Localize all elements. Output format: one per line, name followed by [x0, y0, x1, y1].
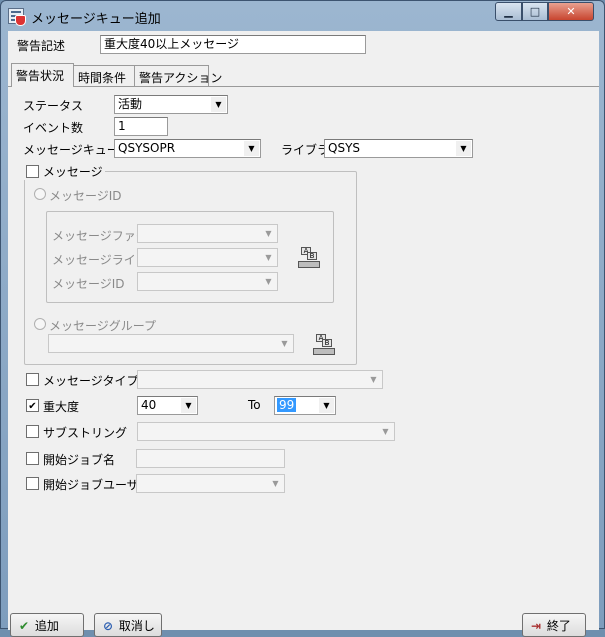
window-title: メッセージキュー追加 [31, 12, 161, 27]
severity-from-select[interactable]: 40 ▼ [137, 396, 198, 415]
checkmark-icon: ✔ [18, 619, 30, 633]
job-name-input[interactable] [136, 449, 285, 468]
severity-checkbox[interactable] [26, 399, 39, 412]
status-label: ステータス [23, 99, 84, 113]
message-group-radio-label: メッセージグループ [49, 319, 157, 333]
message-type-checkbox[interactable] [26, 373, 39, 386]
add-button-label: 追加 [34, 619, 59, 633]
job-name-label: 開始ジョブ名 [43, 453, 116, 467]
message-type-select[interactable]: ▼ [137, 370, 383, 389]
chevron-down-icon[interactable]: ▼ [261, 226, 276, 241]
group-library-browse-icon[interactable]: A B [312, 332, 336, 356]
chevron-down-icon[interactable]: ▼ [244, 141, 259, 156]
job-user-select[interactable]: ▼ [136, 474, 285, 493]
close-window-button[interactable]: ✕ [548, 2, 594, 21]
message-checkbox[interactable] [26, 165, 39, 178]
exit-door-icon: ⇥ [530, 619, 542, 633]
substring-select[interactable]: ▼ [137, 422, 395, 441]
severity-to-select[interactable]: 99 ▼ [274, 396, 336, 415]
library-value: QSYS [328, 141, 361, 155]
job-user-label: 開始ジョブユーザー [43, 478, 151, 492]
cancel-button-label: 取消し [118, 619, 155, 633]
chevron-down-icon[interactable]: ▼ [456, 141, 471, 156]
chevron-down-icon[interactable]: ▼ [277, 336, 292, 351]
severity-to-value: 99 [277, 398, 297, 412]
description-label: 警告記述 [17, 39, 66, 53]
event-count-label: イベント数 [23, 121, 84, 135]
status-value: 活動 [118, 97, 143, 111]
chevron-down-icon[interactable]: ▼ [181, 398, 196, 413]
library-browse-icon[interactable]: A B [297, 245, 321, 269]
substring-label: サブストリング [43, 426, 128, 440]
tab-alert-status[interactable]: 警告状況 [11, 63, 74, 87]
message-type-label: メッセージタイプ [43, 374, 139, 388]
substring-checkbox[interactable] [26, 425, 39, 438]
chevron-down-icon[interactable]: ▼ [319, 398, 334, 413]
title-bar[interactable]: メッセージキュー追加 ▁ □ ✕ [1, 1, 604, 31]
message-queue-select[interactable]: QSYSOPR ▼ [114, 139, 261, 158]
message-queue-value: QSYSOPR [118, 141, 176, 155]
chevron-down-icon[interactable]: ▼ [261, 250, 276, 265]
dialog-client-area: 警告記述 重大度40以上メッセージ 警告状況 時間条件 警告アクション ステータ… [8, 31, 599, 637]
status-select[interactable]: 活動 ▼ [114, 95, 228, 114]
chevron-down-icon[interactable]: ▼ [366, 372, 381, 387]
chevron-down-icon[interactable]: ▼ [261, 274, 276, 289]
message-library-select[interactable]: ▼ [137, 248, 278, 267]
library-select[interactable]: QSYS ▼ [324, 139, 473, 158]
job-user-checkbox[interactable] [26, 477, 39, 490]
maximize-button[interactable]: □ [522, 2, 548, 21]
chevron-down-icon[interactable]: ▼ [211, 97, 226, 112]
app-icon [8, 8, 26, 26]
message-id-select[interactable]: ▼ [137, 272, 278, 291]
severity-label: 重大度 [43, 400, 80, 414]
message-group-caption: メッセージ [24, 163, 105, 180]
tab-border [8, 86, 599, 87]
exit-button-label: 終了 [546, 619, 571, 633]
description-input[interactable]: 重大度40以上メッセージ [100, 35, 366, 54]
message-queue-label: メッセージキュー [23, 143, 119, 157]
severity-from-value: 40 [141, 398, 157, 412]
chevron-down-icon[interactable]: ▼ [268, 476, 283, 491]
message-id-label: メッセージID [52, 277, 125, 291]
minimize-button[interactable]: ▁ [495, 2, 522, 21]
add-button[interactable]: ✔ 追加 [10, 613, 84, 637]
job-name-checkbox[interactable] [26, 452, 39, 465]
exit-button[interactable]: ⇥ 終了 [522, 613, 586, 637]
tab-time-condition[interactable]: 時間条件 [73, 65, 135, 86]
message-id-radio[interactable] [34, 188, 46, 200]
cancel-icon: ⊘ [102, 619, 114, 633]
event-count-input[interactable]: 1 [114, 117, 168, 136]
chevron-down-icon[interactable]: ▼ [378, 424, 393, 439]
message-group-select[interactable]: ▼ [48, 334, 294, 353]
message-queue-add-window: メッセージキュー追加 ▁ □ ✕ 警告記述 重大度40以上メッセージ 警告状況 … [0, 0, 605, 637]
message-file-select[interactable]: ▼ [137, 224, 278, 243]
message-checkbox-label: メッセージ [42, 165, 103, 179]
cancel-button[interactable]: ⊘ 取消し [94, 613, 162, 637]
message-group-radio[interactable] [34, 318, 46, 330]
tab-alert-action[interactable]: 警告アクション [134, 65, 222, 86]
message-id-radio-label: メッセージID [49, 189, 122, 203]
severity-to-label: To [248, 398, 261, 412]
